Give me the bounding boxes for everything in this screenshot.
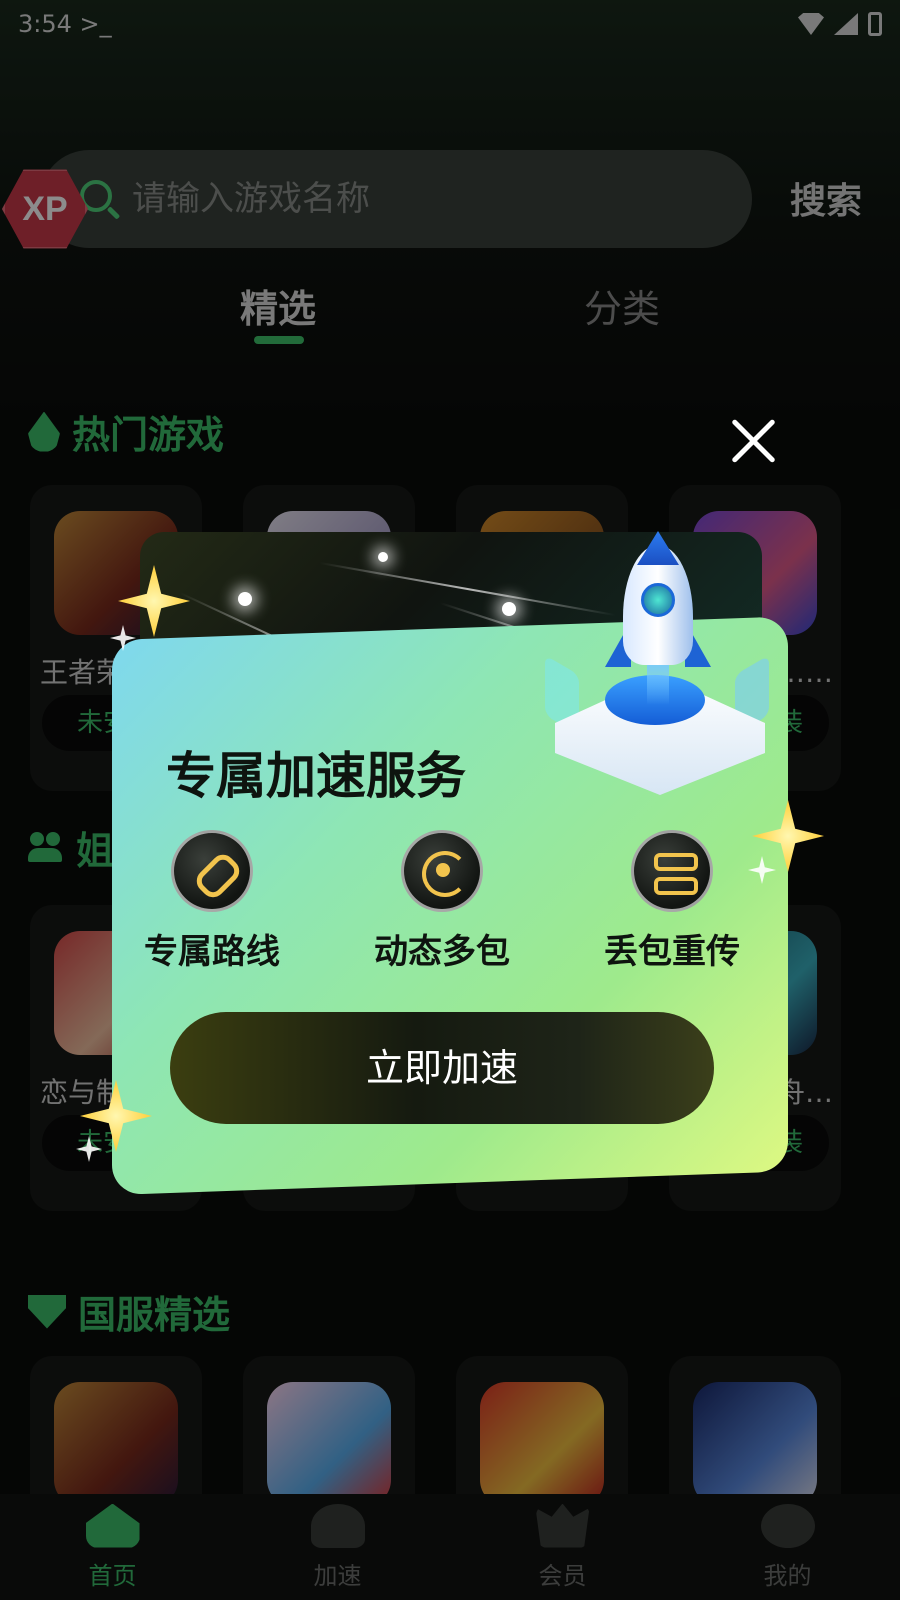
link-icon [171,830,253,912]
route-icon [631,830,713,912]
rocket-exhaust [647,665,669,705]
rocket-window [641,583,675,617]
modal-title: 专属加速服务 [166,747,466,805]
feature-label: 专属路线 [144,932,280,972]
accelerate-now-button[interactable]: 立即加速 [170,1012,714,1124]
feature-dynamic-multipacket: 动态多包 [342,830,542,973]
feature-dedicated-route: 专属路线 [112,830,312,973]
radar-icon [401,830,483,912]
twinkle-star [502,602,516,616]
feature-packet-retransmit: 丢包重传 [572,830,772,973]
twinkle-star [238,592,252,606]
twinkle-star [378,552,388,562]
close-icon[interactable] [730,418,776,464]
rocket-illustration [545,525,785,805]
feature-label: 动态多包 [374,932,510,972]
rocket-nose [637,531,679,565]
feature-label: 丢包重传 [604,932,740,972]
